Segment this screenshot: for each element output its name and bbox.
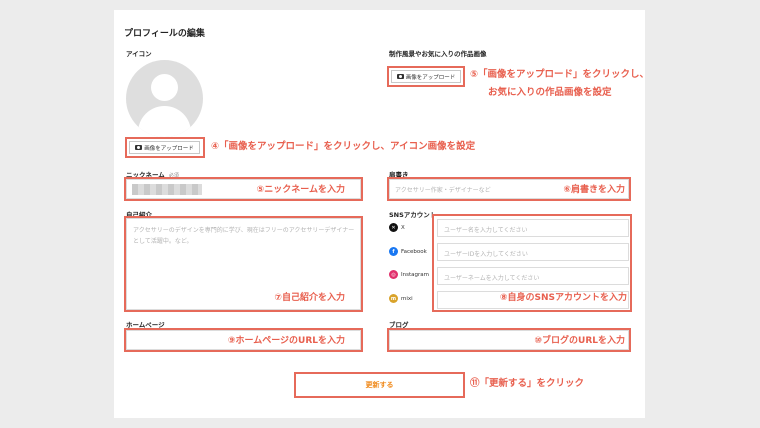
icon-label: アイコン <box>126 50 152 58</box>
facebook-icon: f <box>389 247 398 256</box>
sns-mixi-row: m mixi <box>389 294 413 303</box>
works-upload-highlight <box>387 66 465 87</box>
avatar-body-icon <box>138 106 191 137</box>
sns-x-row: ✕ X <box>389 223 405 232</box>
nickname-annotation: ⑤ニックネームを入力 <box>256 185 345 195</box>
works-upload-annotation-line1: ⑤「画像をアップロード」をクリックし、 <box>470 69 650 80</box>
x-icon: ✕ <box>389 223 398 232</box>
sns-label: SNSアカウント <box>389 211 437 219</box>
mixi-icon: m <box>389 294 398 303</box>
title-annotation: ⑥肩書きを入力 <box>563 185 625 195</box>
sns-instagram-row: ◎ Instagram <box>389 270 429 279</box>
update-button[interactable]: 更新する <box>294 372 465 398</box>
avatar-head-icon <box>151 74 178 101</box>
works-label: 制作風景やお気に入りの作品画像 <box>389 50 487 58</box>
icon-upload-highlight <box>125 137 205 158</box>
sns-facebook-row: f Facebook <box>389 247 427 256</box>
sns-facebook-name: Facebook <box>401 248 427 255</box>
avatar <box>126 60 203 137</box>
bio-annotation: ⑦自己紹介を入力 <box>274 293 345 303</box>
blog-annotation: ⑩ブログのURLを入力 <box>534 336 625 346</box>
submit-annotation: ⑪「更新する」をクリック <box>470 378 585 389</box>
instagram-icon: ◎ <box>389 270 398 279</box>
works-upload-annotation-line2: お気に入りの作品画像を設定 <box>488 87 612 98</box>
sns-x-name: X <box>401 224 405 231</box>
homepage-annotation: ⑨ホームページのURLを入力 <box>227 336 345 346</box>
sns-instagram-name: Instagram <box>401 271 429 278</box>
sns-mixi-name: mixi <box>401 295 413 302</box>
sns-annotation: ⑧自身のSNSアカウントを入力 <box>499 293 627 303</box>
page-title: プロフィールの編集 <box>124 29 205 39</box>
icon-upload-annotation: ④「画像をアップロード」をクリックし、アイコン画像を設定 <box>211 141 476 152</box>
